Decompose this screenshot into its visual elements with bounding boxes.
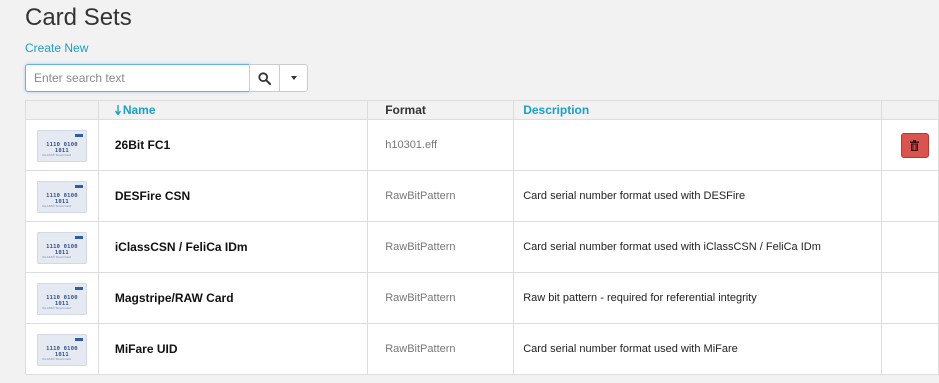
table-row[interactable]: 1110 0100 1011 ICLASS® Smart Card 26Bit FC… xyxy=(25,119,939,171)
card-thumbnail-icon: 1110 0100 1011 ICLASS® Smart Card xyxy=(36,334,87,366)
delete-button[interactable] xyxy=(900,132,929,158)
card-small-text: ICLASS® Smart Card xyxy=(41,306,71,310)
table-row[interactable]: 1110 0100 1011 ICLASS® Smart Card MiFare U… xyxy=(25,323,939,375)
search-icon xyxy=(258,71,271,85)
header-name-label: Name xyxy=(122,103,156,117)
card-sets-table: Name Format Description 1110 0100 1011 IC… xyxy=(25,100,939,375)
search-options-dropdown[interactable] xyxy=(279,64,308,92)
card-set-description: Card serial number format used with DESF… xyxy=(513,170,882,222)
card-small-text: ICLASS® Smart Card xyxy=(41,153,71,157)
card-thumbnail-icon: 1110 0100 1011 ICLASS® Smart Card xyxy=(36,130,87,162)
actions-cell xyxy=(880,170,939,222)
card-set-format: RawBitPattern xyxy=(367,170,515,222)
card-set-format: RawBitPattern xyxy=(367,323,515,375)
card-set-name[interactable]: 26Bit FC1 xyxy=(97,119,369,171)
create-new-link[interactable]: Create New xyxy=(25,41,88,55)
card-set-description: Card serial number format used with iCla… xyxy=(513,221,882,273)
header-description[interactable]: Description xyxy=(513,100,882,120)
card-image-cell: 1110 0100 1011 ICLASS® Smart Card xyxy=(25,221,99,273)
card-set-name[interactable]: MiFare UID xyxy=(97,323,369,375)
header-format: Format xyxy=(367,100,515,120)
sort-down-arrow-icon xyxy=(114,103,121,117)
card-set-description: Raw bit pattern - required for referenti… xyxy=(513,272,882,324)
card-image-cell: 1110 0100 1011 ICLASS® Smart Card xyxy=(25,170,99,222)
card-image-cell: 1110 0100 1011 ICLASS® Smart Card xyxy=(25,272,99,324)
card-set-format: h10301.eff xyxy=(367,119,515,171)
card-thumbnail-icon: 1110 0100 1011 ICLASS® Smart Card xyxy=(36,232,87,264)
card-set-format: RawBitPattern xyxy=(367,272,515,324)
actions-cell xyxy=(880,221,939,273)
header-name[interactable]: Name xyxy=(97,100,369,120)
card-small-text: ICLASS® Smart Card xyxy=(41,357,71,361)
card-image-cell: 1110 0100 1011 ICLASS® Smart Card xyxy=(25,323,99,375)
card-stripe xyxy=(74,338,83,341)
header-actions xyxy=(880,100,939,120)
actions-cell xyxy=(880,119,939,171)
search-input[interactable] xyxy=(25,64,250,92)
card-stripe xyxy=(74,236,83,239)
card-stripe xyxy=(74,134,83,137)
caret-down-icon xyxy=(290,76,297,80)
card-set-description: Card serial number format used with MiFa… xyxy=(513,323,882,375)
table-row[interactable]: 1110 0100 1011 ICLASS® Smart Card iClassCS… xyxy=(25,221,939,273)
card-set-name[interactable]: DESFire CSN xyxy=(97,170,369,222)
actions-cell xyxy=(880,272,939,324)
card-stripe xyxy=(74,287,83,290)
card-set-name[interactable]: Magstripe/RAW Card xyxy=(97,272,369,324)
trash-icon xyxy=(910,139,920,151)
card-stripe xyxy=(74,185,83,188)
table-row[interactable]: 1110 0100 1011 ICLASS® Smart Card Magstrip… xyxy=(25,272,939,324)
card-set-format: RawBitPattern xyxy=(367,221,515,273)
search-group xyxy=(25,64,308,92)
table-row[interactable]: 1110 0100 1011 ICLASS® Smart Card DESFire … xyxy=(25,170,939,222)
table-header-row: Name Format Description xyxy=(25,100,939,120)
table-body: 1110 0100 1011 ICLASS® Smart Card 26Bit FC… xyxy=(25,119,939,375)
header-image xyxy=(25,100,99,120)
card-small-text: ICLASS® Smart Card xyxy=(41,255,71,259)
card-set-description xyxy=(513,119,882,171)
search-button[interactable] xyxy=(249,64,280,92)
card-image-cell: 1110 0100 1011 ICLASS® Smart Card xyxy=(25,119,99,171)
card-thumbnail-icon: 1110 0100 1011 ICLASS® Smart Card xyxy=(36,283,87,315)
card-set-name[interactable]: iClassCSN / FeliCa IDm xyxy=(97,221,369,273)
card-thumbnail-icon: 1110 0100 1011 ICLASS® Smart Card xyxy=(36,181,87,213)
page-title: Card Sets xyxy=(25,4,132,31)
card-small-text: ICLASS® Smart Card xyxy=(41,204,71,208)
actions-cell xyxy=(880,323,939,375)
